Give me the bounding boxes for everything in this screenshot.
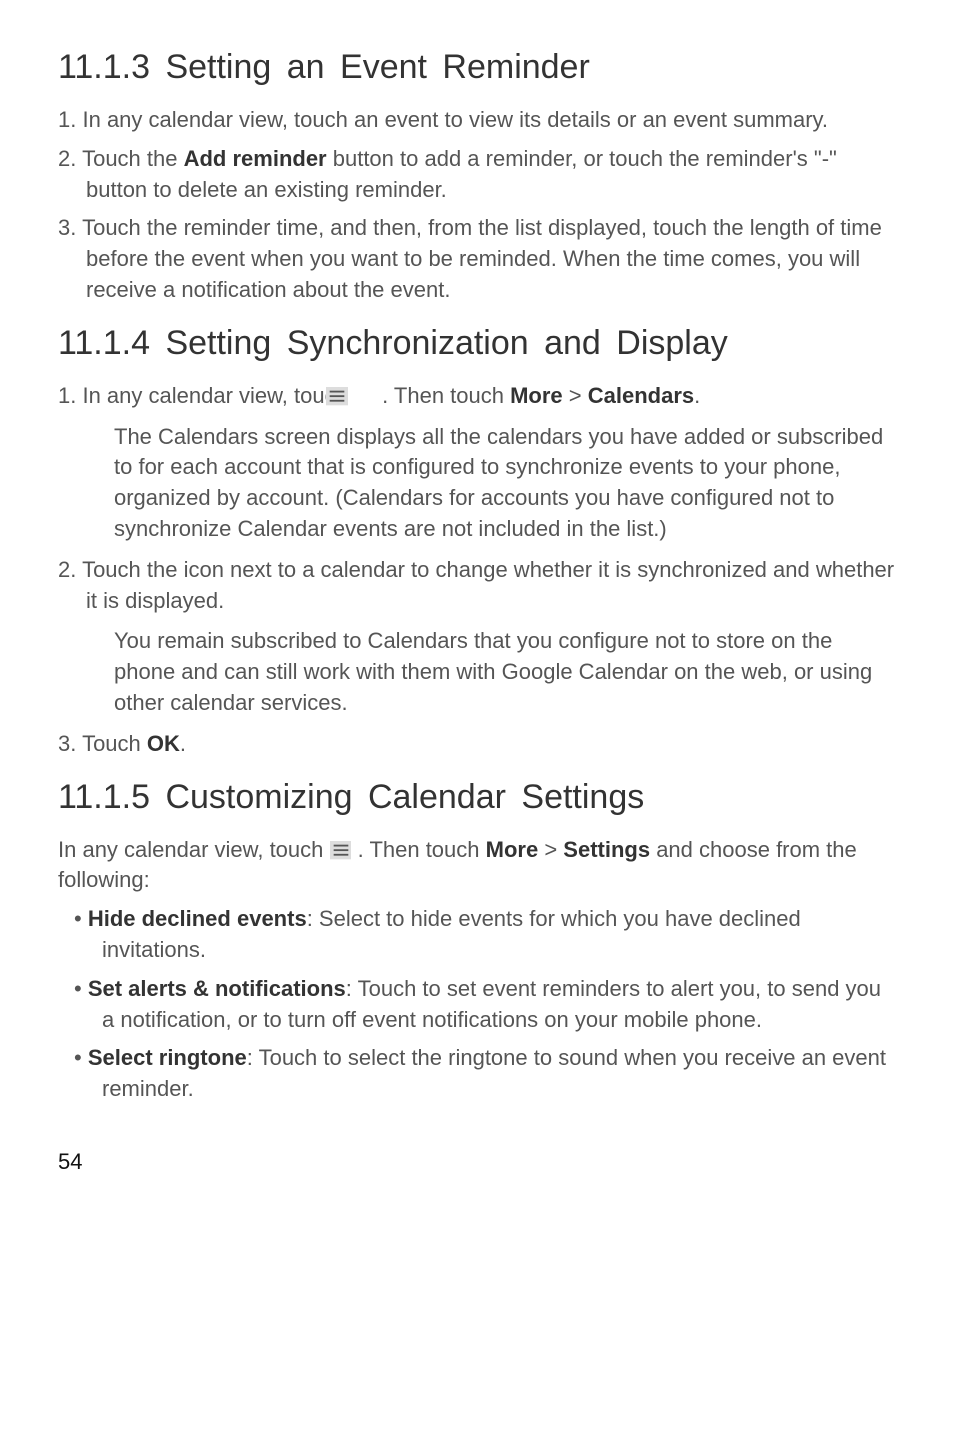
step-1113-1: 1. In any calendar view, touch an event …: [58, 105, 896, 136]
step-bold: Add reminder: [184, 146, 327, 171]
section-heading-1114: 11.1.4 Setting Synchronization and Displ…: [58, 324, 896, 363]
intro-bold-settings: Settings: [563, 837, 650, 862]
section-heading-1115: 11.1.5 Customizing Calendar Settings: [58, 778, 896, 817]
step-number: 3.: [58, 215, 76, 240]
step-bold-ok: OK: [147, 731, 180, 756]
bullet-hide-declined: Hide declined events: Select to hide eve…: [58, 904, 896, 966]
step-bold-more: More: [510, 383, 563, 408]
step-text: In any calendar view, touch an event to …: [82, 107, 828, 132]
bullet-bold: Hide declined events: [88, 906, 307, 931]
gt-sep: >: [563, 383, 588, 408]
step-text-mid: . Then touch: [376, 383, 510, 408]
step-text: Touch the reminder time, and then, from …: [82, 215, 882, 302]
page-number: 54: [58, 1149, 896, 1175]
step-1113-2: 2. Touch the Add reminder button to add …: [58, 144, 896, 206]
step-1113-3: 3. Touch the reminder time, and then, fr…: [58, 213, 896, 305]
step-1114-1: 1. In any calendar view, touch . Then to…: [58, 381, 896, 412]
step-text-end: .: [180, 731, 186, 756]
menu-icon: [354, 384, 376, 402]
gt-sep: >: [538, 837, 563, 862]
bullet-bold: Select ringtone: [88, 1045, 247, 1070]
bullet-set-alerts: Set alerts & notifications: Touch to set…: [58, 974, 896, 1036]
bullet-bold: Set alerts & notifications: [88, 976, 346, 1001]
step-1114-1-detail: The Calendars screen displays all the ca…: [58, 422, 896, 545]
step-1114-3: 3. Touch OK.: [58, 729, 896, 760]
step-text-pre: Touch the: [82, 146, 184, 171]
step-number: 1.: [58, 107, 76, 132]
intro-1115: In any calendar view, touch . Then touch…: [58, 835, 896, 897]
intro-mid: . Then touch: [352, 837, 486, 862]
section-heading-1113: 11.1.3 Setting an Event Reminder: [58, 48, 896, 87]
step-1114-2: 2. Touch the icon next to a calendar to …: [58, 555, 896, 617]
step-text-end: .: [694, 383, 700, 408]
step-text-pre: 3. Touch: [58, 731, 147, 756]
step-text-pre: 1. In any calendar view, touch: [58, 383, 354, 408]
step-1114-2-detail: You remain subscribed to Calendars that …: [58, 626, 896, 718]
menu-icon: [330, 838, 352, 856]
bullet-select-ringtone: Select ringtone: Touch to select the rin…: [58, 1043, 896, 1105]
intro-bold-more: More: [486, 837, 539, 862]
step-bold-calendars: Calendars: [588, 383, 694, 408]
intro-pre: In any calendar view, touch: [58, 837, 330, 862]
step-number: 2.: [58, 146, 76, 171]
